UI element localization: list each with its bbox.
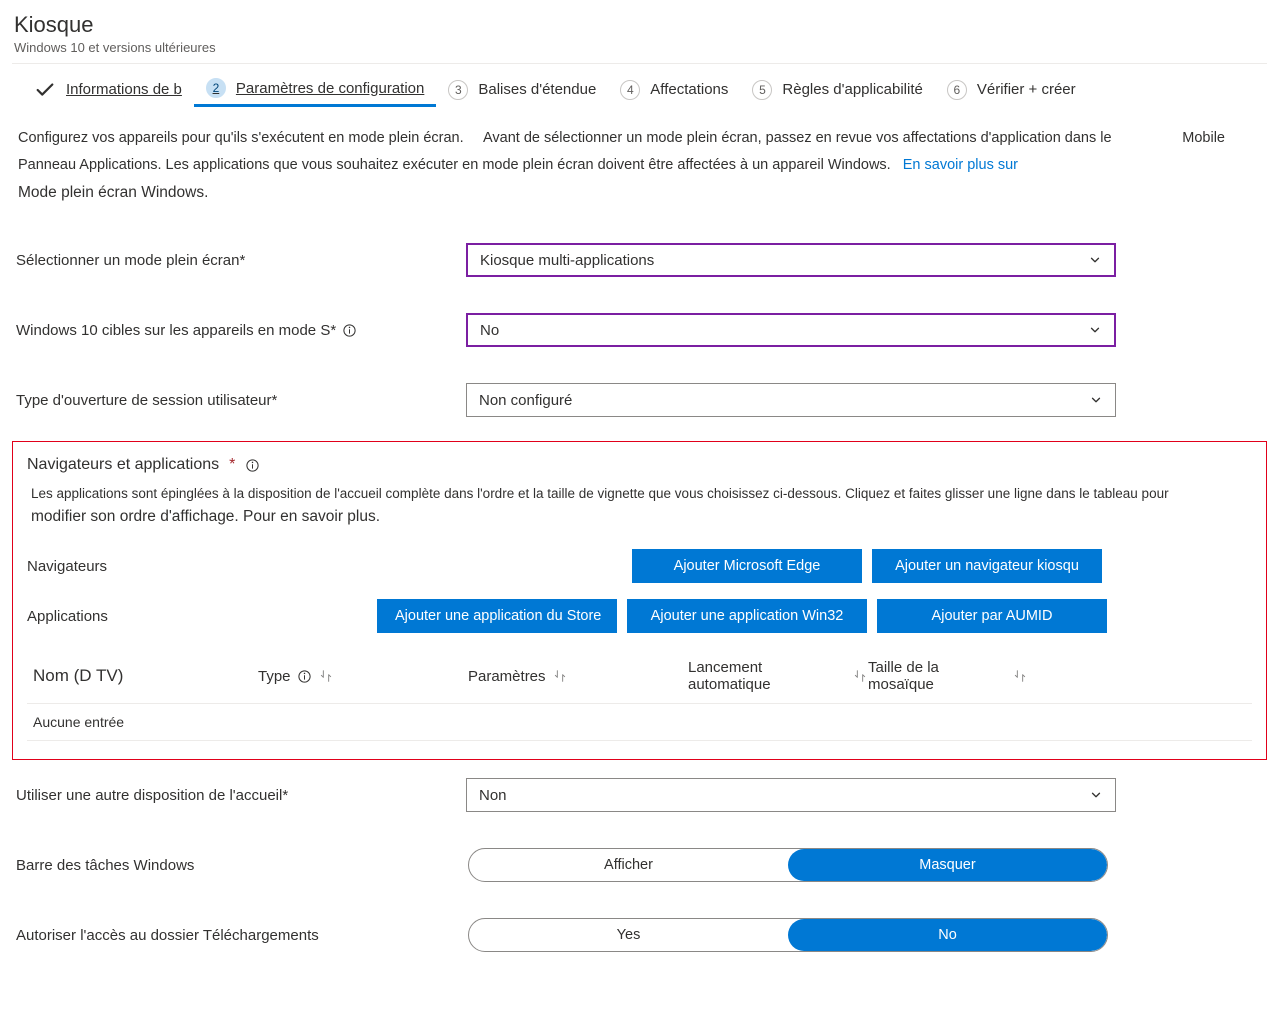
- add-store-app-button[interactable]: Ajouter une application du Store: [377, 599, 617, 633]
- taskbar-toggle: Afficher Masquer: [468, 848, 1108, 882]
- section-help-a: Les applications sont épinglées à la dis…: [31, 486, 1169, 501]
- col-type-label: Type: [258, 668, 291, 685]
- alt-start-value: Non: [479, 787, 507, 804]
- add-win32-app-button[interactable]: Ajouter une application Win32: [627, 599, 867, 633]
- logon-type-label: Type d'ouverture de session utilisateur*: [16, 392, 466, 409]
- check-icon: [34, 79, 56, 101]
- chevron-down-icon: [1088, 253, 1102, 267]
- required-asterisk: *: [229, 456, 235, 474]
- s-mode-value: No: [480, 322, 499, 339]
- browsers-apps-section: Navigateurs et applications * Les applic…: [12, 441, 1267, 760]
- wizard-steps: Informations de b 2 Paramètres de config…: [12, 64, 1267, 107]
- col-name-label: Nom (D TV): [33, 666, 123, 686]
- col-tile-size-label: Taille de la mosaïque: [868, 659, 1006, 693]
- step-scope-tags[interactable]: 3 Balises d'étendue: [436, 80, 608, 106]
- alt-start-select[interactable]: Non: [466, 778, 1116, 812]
- intro-text: Mobile Configurez vos appareils pour qu'…: [12, 107, 1267, 225]
- step-review-label: Vérifier + créer: [977, 81, 1076, 98]
- step-configuration-label: Paramètres de configuration: [236, 80, 424, 97]
- taskbar-hide-option[interactable]: Masquer: [788, 849, 1107, 881]
- s-mode-label-text: Windows 10 cibles sur les appareils en m…: [16, 322, 336, 339]
- kiosk-mode-value: Kiosque multi-applications: [480, 252, 654, 269]
- sort-icon[interactable]: [1012, 668, 1028, 684]
- info-icon[interactable]: [342, 323, 357, 338]
- s-mode-label: Windows 10 cibles sur les appareils en m…: [16, 322, 466, 339]
- kiosk-mode-select[interactable]: Kiosque multi-applications: [466, 243, 1116, 277]
- downloads-toggle: Yes No: [468, 918, 1108, 952]
- learn-more-link[interactable]: En savoir plus sur: [903, 152, 1018, 179]
- col-tile-size[interactable]: Taille de la mosaïque: [868, 659, 1028, 693]
- col-autolaunch-label: Lancement automatique: [688, 659, 846, 693]
- col-settings[interactable]: Paramètres: [468, 668, 688, 685]
- taskbar-show-option[interactable]: Afficher: [469, 849, 788, 881]
- intro-a: Configurez vos appareils pour qu'ils s'e…: [18, 130, 464, 146]
- logon-type-value: Non configuré: [479, 392, 572, 409]
- step-basics-label: Informations de b: [66, 81, 182, 98]
- info-icon[interactable]: [297, 669, 312, 684]
- intro-d: Mode plein écran Windows.: [18, 184, 208, 201]
- step-badge-icon: 4: [620, 80, 640, 100]
- intro-c: Panneau Applications. Les applications q…: [18, 157, 891, 173]
- section-help-b: modifier son ordre d'affichage. Pour en …: [31, 508, 380, 525]
- step-assignments-label: Affectations: [650, 81, 728, 98]
- s-mode-select[interactable]: No: [466, 313, 1116, 347]
- taskbar-label: Barre des tâches Windows: [16, 857, 466, 874]
- col-name[interactable]: Nom (D TV): [33, 666, 258, 686]
- step-applicability-label: Règles d'applicabilité: [782, 81, 922, 98]
- col-autolaunch[interactable]: Lancement automatique: [688, 659, 868, 693]
- chevron-down-icon: [1088, 323, 1102, 337]
- chevron-down-icon: [1089, 788, 1103, 802]
- chevron-down-icon: [1089, 393, 1103, 407]
- sort-icon[interactable]: [318, 668, 334, 684]
- step-configuration[interactable]: 2 Paramètres de configuration: [194, 78, 436, 107]
- apps-table-header: Nom (D TV) Type Paramètres Lancement aut…: [27, 641, 1252, 703]
- downloads-label: Autoriser l'accès au dossier Téléchargem…: [16, 927, 466, 944]
- step-badge-icon: 2: [206, 78, 226, 98]
- apps-table-empty: Aucune entrée: [27, 703, 1252, 741]
- info-icon[interactable]: [245, 458, 260, 473]
- step-badge-icon: 3: [448, 80, 468, 100]
- add-aumid-button[interactable]: Ajouter par AUMID: [877, 599, 1107, 633]
- step-badge-icon: 6: [947, 80, 967, 100]
- applications-row-label: Applications: [27, 608, 367, 625]
- logon-type-select[interactable]: Non configuré: [466, 383, 1116, 417]
- page-subtitle: Windows 10 et versions ultérieures: [14, 40, 1267, 55]
- col-settings-label: Paramètres: [468, 668, 546, 685]
- step-scope-tags-label: Balises d'étendue: [478, 81, 596, 98]
- page-title: Kiosque: [14, 12, 1267, 38]
- intro-b: Avant de sélectionner un mode plein écra…: [483, 130, 1112, 146]
- step-assignments[interactable]: 4 Affectations: [608, 80, 740, 106]
- step-applicability[interactable]: 5 Règles d'applicabilité: [740, 80, 934, 106]
- step-badge-icon: 5: [752, 80, 772, 100]
- kiosk-mode-label: Sélectionner un mode plein écran*: [16, 252, 466, 269]
- downloads-yes-option[interactable]: Yes: [469, 919, 788, 951]
- add-edge-button[interactable]: Ajouter Microsoft Edge: [632, 549, 862, 583]
- step-review[interactable]: 6 Vérifier + créer: [935, 80, 1088, 106]
- add-kiosk-browser-button[interactable]: Ajouter un navigateur kiosqu: [872, 549, 1102, 583]
- browsers-row-label: Navigateurs: [27, 558, 367, 575]
- sort-icon[interactable]: [552, 668, 568, 684]
- downloads-no-option[interactable]: No: [788, 919, 1107, 951]
- browsers-apps-title: Navigateurs et applications: [27, 456, 219, 474]
- mobile-label: Mobile: [1182, 125, 1225, 152]
- alt-start-label: Utiliser une autre disposition de l'accu…: [16, 787, 466, 804]
- step-basics[interactable]: Informations de b: [22, 79, 194, 107]
- sort-icon[interactable]: [852, 668, 868, 684]
- col-type[interactable]: Type: [258, 668, 468, 685]
